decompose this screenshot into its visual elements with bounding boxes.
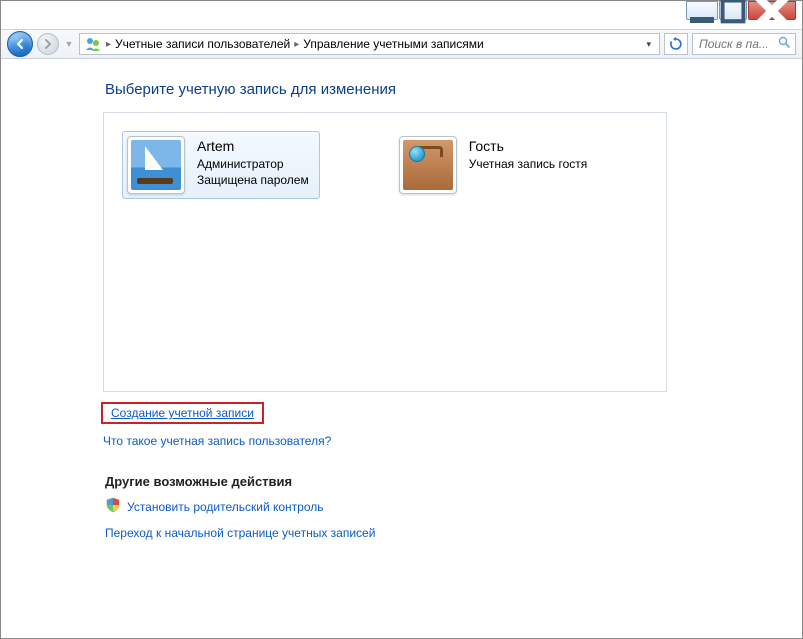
highlighted-link-box: Создание учетной записи	[101, 402, 264, 424]
refresh-button[interactable]	[664, 33, 688, 55]
shield-icon	[105, 497, 121, 516]
navigation-bar: ▼ ▸ Учетные записи пользователей ▸ Управ…	[1, 29, 802, 59]
close-button[interactable]	[748, 1, 796, 20]
parental-control-link[interactable]: Установить родительский контроль	[127, 500, 324, 514]
account-info: Гость Учетная запись гостя	[469, 136, 588, 194]
account-info: Artem Администратор Защищена паролем	[197, 136, 309, 194]
account-status: Защищена паролем	[197, 172, 309, 188]
other-actions-heading: Другие возможные действия	[105, 474, 802, 489]
avatar-image-sailboat	[131, 140, 181, 190]
goto-accounts-home-link[interactable]: Переход к начальной странице учетных зап…	[105, 526, 375, 540]
account-role: Администратор	[197, 156, 309, 172]
window-controls	[686, 1, 802, 21]
account-name: Гость	[469, 138, 588, 154]
avatar-frame	[127, 136, 185, 194]
what-is-account-link[interactable]: Что такое учетная запись пользователя?	[103, 434, 331, 448]
minimize-button[interactable]	[686, 1, 718, 20]
search-icon	[778, 36, 791, 52]
breadcrumb-dropdown-icon[interactable]: ▾	[642, 39, 655, 50]
content-area: Выберите учетную запись для изменения Ar…	[1, 59, 802, 638]
breadcrumb-separator-icon: ▸	[106, 39, 111, 50]
breadcrumb-item-1[interactable]: Учетные записи пользователей	[115, 37, 290, 51]
account-tile-artem[interactable]: Artem Администратор Защищена паролем	[122, 131, 320, 199]
nav-forward-button[interactable]	[37, 33, 59, 55]
breadcrumb-separator-icon: ▸	[294, 39, 299, 50]
avatar-frame	[399, 136, 457, 194]
account-tile-guest[interactable]: Гость Учетная запись гостя	[394, 131, 599, 199]
create-account-link[interactable]: Создание учетной записи	[111, 406, 254, 420]
account-desc: Учетная запись гостя	[469, 156, 588, 172]
account-name: Artem	[197, 138, 309, 154]
breadcrumb-bar[interactable]: ▸ Учетные записи пользователей ▸ Управле…	[79, 33, 660, 55]
nav-back-button[interactable]	[7, 31, 33, 57]
breadcrumb-item-2[interactable]: Управление учетными записями	[303, 37, 483, 51]
avatar-image-suitcase	[403, 140, 453, 190]
search-box[interactable]	[692, 33, 796, 55]
user-accounts-icon	[84, 35, 102, 53]
maximize-button[interactable]	[719, 1, 747, 20]
nav-history-dropdown[interactable]: ▼	[63, 33, 75, 55]
accounts-panel: Artem Администратор Защищена паролем Гос…	[103, 112, 667, 392]
search-input[interactable]	[697, 36, 769, 52]
page-heading: Выберите учетную запись для изменения	[105, 81, 802, 98]
